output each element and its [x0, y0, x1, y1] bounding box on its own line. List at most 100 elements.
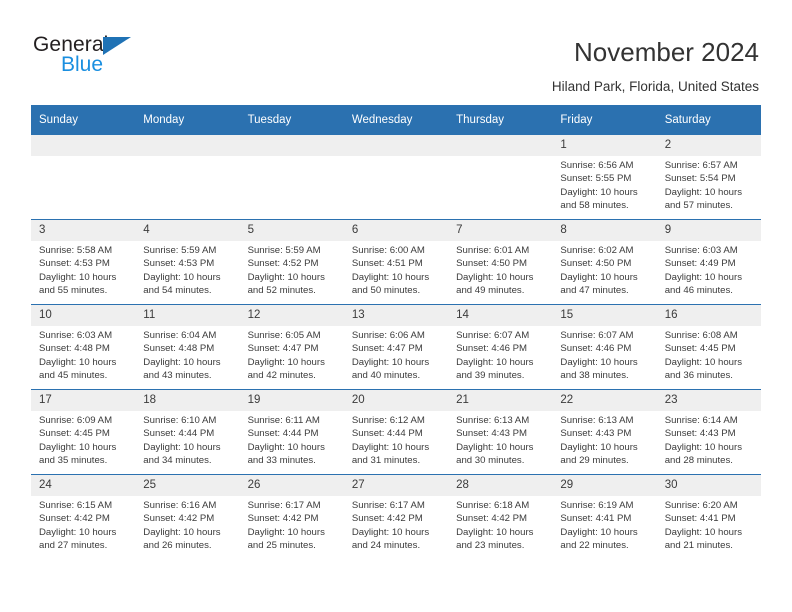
sunrise-text: Sunrise: 6:10 AM: [143, 415, 217, 426]
calendar-day-cell[interactable]: 2 Sunrise: 6:57 AM Sunset: 5:54 PM Daylight…: [656, 134, 761, 220]
day-sun-info: Sunrise: 5:59 AM Sunset: 4:53 PM Daylight:…: [135, 241, 239, 297]
calendar-day-cell[interactable]: 11 Sunrise: 6:04 AM Sunset: 4:48 PM Dayligh…: [135, 304, 240, 390]
sunset-text: Sunset: 4:52 PM: [247, 258, 319, 270]
calendar-day-cell[interactable]: 5 Sunrise: 5:59 AM Sunset: 4:52 PM Daylight…: [239, 219, 344, 305]
calendar-day-cell[interactable]: 28 Sunrise: 6:18 AM Sunset: 4:42 PM Dayligh…: [448, 474, 553, 559]
daylight-text-line2: and 40 minutes.: [351, 369, 421, 381]
sunset-text: Sunset: 4:42 PM: [247, 513, 319, 525]
sunset-text: Sunset: 4:51 PM: [351, 258, 423, 270]
calendar-day-cell[interactable]: 19 Sunrise: 6:11 AM Sunset: 4:44 PM Dayligh…: [239, 389, 344, 475]
calendar-day-cell[interactable]: 30 Sunrise: 6:20 AM Sunset: 4:41 PM Dayligh…: [656, 474, 761, 559]
sunrise-text: Sunrise: 6:06 AM: [351, 330, 425, 341]
sunrise-text: Sunrise: 6:17 AM: [247, 500, 321, 511]
calendar-day-cell[interactable]: 27 Sunrise: 6:17 AM Sunset: 4:42 PM Dayligh…: [343, 474, 449, 559]
calendar-week-row: 3 Sunrise: 5:58 AM Sunset: 4:53 PM Daylight…: [31, 219, 761, 305]
daylight-text-line1: Daylight: 10 hours: [39, 271, 117, 283]
sunrise-text: Sunrise: 6:15 AM: [39, 500, 113, 511]
calendar-day-cell[interactable]: 25 Sunrise: 6:16 AM Sunset: 4:42 PM Dayligh…: [135, 474, 240, 559]
day-number: 19: [239, 390, 344, 411]
calendar-day-cell[interactable]: 26 Sunrise: 6:17 AM Sunset: 4:42 PM Dayligh…: [239, 474, 344, 559]
calendar-day-cell[interactable]: 18 Sunrise: 6:10 AM Sunset: 4:44 PM Dayligh…: [135, 389, 240, 475]
calendar-day-cell[interactable]: 16 Sunrise: 6:08 AM Sunset: 4:45 PM Dayligh…: [656, 304, 761, 390]
calendar-day-cell[interactable]: 3 Sunrise: 5:58 AM Sunset: 4:53 PM Daylight…: [31, 219, 136, 305]
day-number: 11: [135, 305, 240, 326]
sunrise-text: Sunrise: 6:07 AM: [456, 330, 530, 341]
daylight-text-line2: and 36 minutes.: [664, 369, 733, 381]
day-number: 6: [343, 220, 449, 241]
calendar-day-cell[interactable]: 8 Sunrise: 6:02 AM Sunset: 4:50 PM Daylight…: [552, 219, 657, 305]
sunset-text: Sunset: 4:42 PM: [456, 513, 528, 525]
daylight-text-line2: and 45 minutes.: [39, 369, 108, 381]
daylight-text-line2: and 28 minutes.: [664, 454, 733, 466]
daylight-text-line1: Daylight: 10 hours: [560, 186, 638, 198]
calendar-day-cell[interactable]: 22 Sunrise: 6:13 AM Sunset: 4:43 PM Dayligh…: [552, 389, 657, 475]
calendar-day-cell[interactable]: 24 Sunrise: 6:15 AM Sunset: 4:42 PM Dayligh…: [31, 474, 136, 559]
sunrise-text: Sunrise: 6:11 AM: [247, 415, 320, 426]
daylight-text-line2: and 31 minutes.: [351, 454, 421, 466]
sunset-text: Sunset: 5:54 PM: [664, 173, 736, 185]
day-number: 24: [31, 475, 136, 496]
day-sun-info: Sunrise: 6:09 AM Sunset: 4:45 PM Daylight:…: [31, 411, 135, 467]
daylight-text-line2: and 34 minutes.: [143, 454, 212, 466]
daylight-text-line2: and 38 minutes.: [560, 369, 629, 381]
calendar-header-row: Sunday Monday Tuesday Wednesday Thursday…: [31, 105, 761, 135]
calendar-day-cell[interactable]: 29 Sunrise: 6:19 AM Sunset: 4:41 PM Dayligh…: [552, 474, 657, 559]
day-number: 22: [552, 390, 657, 411]
weekday-header-sunday: Sunday: [31, 105, 136, 135]
calendar-day-cell[interactable]: 7 Sunrise: 6:01 AM Sunset: 4:50 PM Daylight…: [448, 219, 553, 305]
weekday-header-saturday: Saturday: [656, 105, 761, 135]
sunrise-text: Sunrise: 6:03 AM: [664, 245, 738, 256]
day-number: 12: [239, 305, 344, 326]
daylight-text-line2: and 57 minutes.: [664, 199, 733, 211]
calendar-day-cell[interactable]: 21 Sunrise: 6:13 AM Sunset: 4:43 PM Dayligh…: [448, 389, 553, 475]
sunset-text: Sunset: 4:42 PM: [143, 513, 215, 525]
weekday-header-monday: Monday: [135, 105, 240, 135]
sunrise-text: Sunrise: 6:13 AM: [456, 415, 530, 426]
day-sun-info: Sunrise: 6:17 AM Sunset: 4:42 PM Daylight:…: [344, 496, 448, 552]
calendar-week-row: 10 Sunrise: 6:03 AM Sunset: 4:48 PM Dayligh…: [31, 304, 761, 390]
day-number: 29: [552, 475, 657, 496]
calendar-day-cell[interactable]: 12 Sunrise: 6:05 AM Sunset: 4:47 PM Dayligh…: [239, 304, 344, 390]
sunrise-text: Sunrise: 6:16 AM: [143, 500, 217, 511]
calendar-day-cell[interactable]: 9 Sunrise: 6:03 AM Sunset: 4:49 PM Daylight…: [656, 219, 761, 305]
daylight-text-line2: and 23 minutes.: [456, 539, 525, 551]
calendar-day-cell[interactable]: 17 Sunrise: 6:09 AM Sunset: 4:45 PM Dayligh…: [31, 389, 136, 475]
calendar-day-cell[interactable]: 6 Sunrise: 6:00 AM Sunset: 4:51 PM Daylight…: [343, 219, 449, 305]
daylight-text-line1: Daylight: 10 hours: [351, 271, 430, 283]
sunrise-text: Sunrise: 6:13 AM: [560, 415, 634, 426]
calendar-day-cell[interactable]: 10 Sunrise: 6:03 AM Sunset: 4:48 PM Dayligh…: [31, 304, 136, 390]
daylight-text-line2: and 33 minutes.: [247, 454, 316, 466]
sunset-text: Sunset: 4:44 PM: [143, 428, 215, 440]
calendar-day-cell[interactable]: 15 Sunrise: 6:07 AM Sunset: 4:46 PM Dayligh…: [552, 304, 657, 390]
sunrise-text: Sunrise: 6:57 AM: [664, 160, 738, 171]
daylight-text-line2: and 42 minutes.: [247, 369, 316, 381]
day-number: 15: [552, 305, 657, 326]
calendar-day-cell[interactable]: 1 Sunrise: 6:56 AM Sunset: 5:55 PM Daylight…: [552, 134, 657, 220]
sunset-text: Sunset: 4:46 PM: [456, 343, 528, 355]
day-number: 7: [448, 220, 553, 241]
calendar-day-cell[interactable]: 13 Sunrise: 6:06 AM Sunset: 4:47 PM Dayligh…: [343, 304, 449, 390]
sunrise-text: Sunrise: 5:58 AM: [39, 245, 113, 256]
calendar-day-cell[interactable]: 4 Sunrise: 5:59 AM Sunset: 4:53 PM Daylight…: [135, 219, 240, 305]
daylight-text-line1: Daylight: 10 hours: [39, 356, 117, 368]
day-number: [343, 135, 449, 156]
day-sun-info: Sunrise: 6:15 AM Sunset: 4:42 PM Daylight:…: [31, 496, 135, 552]
day-sun-info: Sunrise: 6:03 AM Sunset: 4:49 PM Daylight:…: [657, 241, 761, 297]
daylight-text-line1: Daylight: 10 hours: [143, 271, 221, 283]
sunset-text: Sunset: 4:50 PM: [456, 258, 528, 270]
daylight-text-line1: Daylight: 10 hours: [351, 526, 430, 538]
daylight-text-line1: Daylight: 10 hours: [456, 356, 534, 368]
day-sun-info: Sunrise: 6:14 AM Sunset: 4:43 PM Daylight:…: [657, 411, 761, 467]
sunset-text: Sunset: 4:43 PM: [560, 428, 632, 440]
calendar-day-cell[interactable]: 14 Sunrise: 6:07 AM Sunset: 4:46 PM Dayligh…: [448, 304, 553, 390]
sunset-text: Sunset: 4:43 PM: [456, 428, 528, 440]
sunset-text: Sunset: 4:53 PM: [143, 258, 215, 270]
calendar-day-cell[interactable]: 23 Sunrise: 6:14 AM Sunset: 4:43 PM Dayligh…: [656, 389, 761, 475]
day-sun-info: Sunrise: 6:17 AM Sunset: 4:42 PM Daylight:…: [240, 496, 344, 552]
day-number: 10: [31, 305, 136, 326]
weekday-header-friday: Friday: [552, 105, 657, 135]
general-blue-logo[interactable]: General Blue: [33, 33, 213, 81]
calendar-day-cell[interactable]: 20 Sunrise: 6:12 AM Sunset: 4:44 PM Dayligh…: [343, 389, 449, 475]
daylight-text-line1: Daylight: 10 hours: [456, 441, 534, 453]
daylight-text-line1: Daylight: 10 hours: [560, 526, 638, 538]
